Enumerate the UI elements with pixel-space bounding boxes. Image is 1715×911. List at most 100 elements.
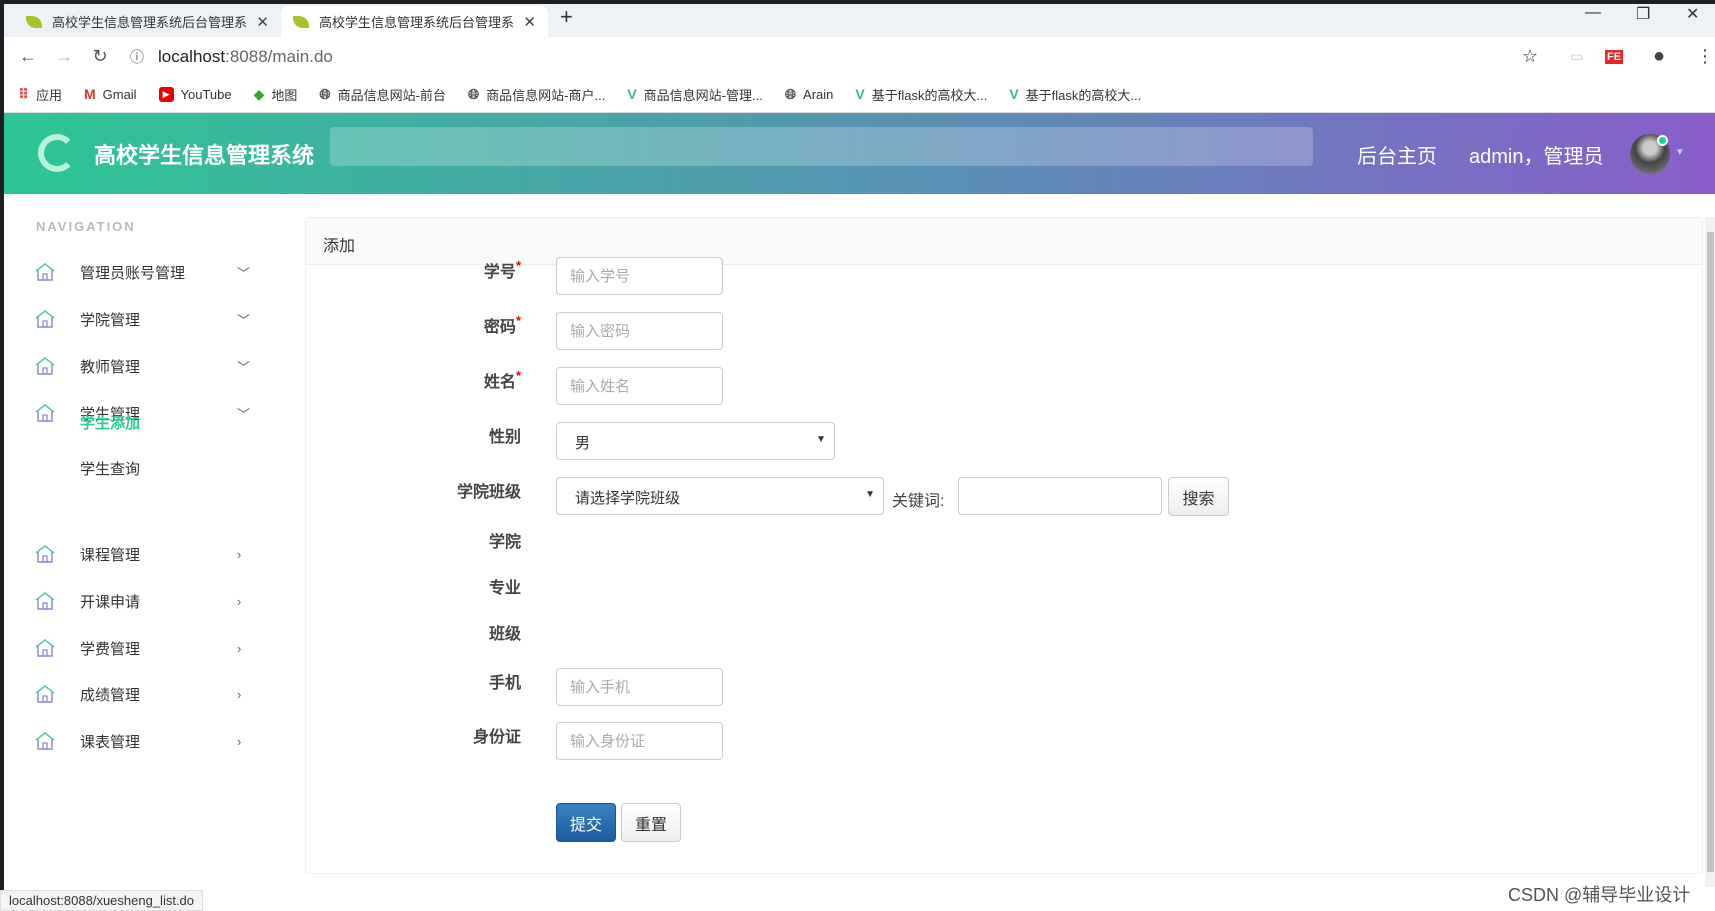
sidebar-subitem-student-query[interactable]: 学生查询 (80, 458, 140, 479)
home-icon (34, 591, 56, 611)
bookmark-item[interactable]: 🌐︎ 商品信息网站-商户... (468, 85, 605, 104)
cast-icon[interactable]: ▭ (1570, 48, 1583, 65)
bookmark-maps[interactable]: ◆ 地图 (254, 85, 298, 104)
bookmark-apps[interactable]: ⠿ 应用 (18, 85, 62, 104)
bookmark-item[interactable]: V 基于flask的高校大... (1009, 85, 1141, 104)
reset-button[interactable]: 重置 (621, 803, 681, 842)
label-text: 密码 (483, 319, 516, 336)
home-link[interactable]: 后台主页 (1357, 140, 1437, 169)
label-phone: 手机 (488, 675, 521, 692)
bookmark-item[interactable]: V 商品信息网站-管理... (627, 85, 763, 104)
minimize-icon[interactable]: — (1585, 4, 1601, 22)
sidebar-item-label: 教师管理 (80, 358, 141, 376)
keyword-input[interactable] (958, 477, 1162, 515)
sidebar-item-label: 课表管理 (80, 733, 141, 751)
name-input[interactable] (556, 367, 723, 405)
brand-title: 高校学生信息管理系统 (94, 143, 315, 168)
fe-extension-icon[interactable]: FE (1605, 49, 1624, 64)
info-icon[interactable]: ⓘ (130, 47, 144, 67)
gender-select[interactable]: 男 ▼ (556, 422, 835, 460)
star-icon[interactable]: ☆ (1522, 46, 1538, 67)
browser-tab-active[interactable]: 高校学生信息管理系统后台管理系 ✕ (281, 6, 548, 37)
menu-icon[interactable]: ⋮ (1696, 46, 1714, 67)
url-field[interactable]: localhost:8088/main.do (158, 47, 333, 67)
sidebar-item-label: 学院管理 (80, 311, 141, 329)
scrollbar-thumb[interactable] (1707, 232, 1714, 872)
home-icon (34, 262, 56, 282)
new-tab-icon[interactable]: + (560, 4, 573, 30)
tab-bar: 高校学生信息管理系统后台管理系 ✕ 高校学生信息管理系统后台管理系 ✕ (4, 4, 1715, 37)
chevron-right-icon: › (237, 546, 242, 562)
logo-icon (38, 134, 76, 172)
id-card-input[interactable] (556, 722, 723, 760)
sidebar-item[interactable]: 教师管理 ﹀ (4, 346, 283, 386)
nav-title: NAVIGATION (36, 219, 136, 234)
sidebar-item-label: 成绩管理 (80, 686, 141, 704)
label-id-card: 身份证 (472, 729, 521, 746)
chevron-right-icon: › (237, 686, 242, 702)
sidebar-item[interactable]: 学院管理 ﹀ (4, 299, 283, 339)
close-tab-icon[interactable]: ✕ (523, 13, 536, 31)
bookmark-label: 应用 (35, 87, 62, 103)
dropdown-arrow-icon: ▼ (865, 489, 875, 500)
profile-icon[interactable]: ● (1653, 45, 1665, 68)
chevron-down-icon[interactable]: ▾ (1677, 145, 1683, 158)
sidebar-subitem-student-add[interactable]: 学生添加 (80, 412, 140, 433)
required-mark: * (515, 313, 521, 328)
browser-tab[interactable]: 高校学生信息管理系统后台管理系 ✕ (14, 6, 281, 37)
online-status-dot (1657, 135, 1668, 146)
url-host: localhost (158, 46, 226, 66)
submit-button[interactable]: 提交 (556, 803, 616, 842)
chevron-down-icon: ﹀ (237, 265, 251, 281)
url-path: :8088/main.do (225, 46, 333, 66)
label-xingming: 姓名* (321, 368, 521, 392)
bookmark-label: Gmail (102, 86, 137, 102)
bookmark-label: 商品信息网站-前台 (337, 87, 446, 103)
watermark: CSDN @辅导毕业设计 (1508, 885, 1691, 905)
reload-icon[interactable]: ↻ (82, 46, 118, 67)
restore-icon[interactable]: ❐ (1636, 4, 1650, 24)
user-name[interactable]: admin，管理员 (1469, 140, 1603, 169)
form-panel: 添加 学号* 密码* 姓名* 性别 男▼ 学院班级 请选择学院班级▼ 关键词: … (305, 217, 1703, 874)
sidebar-item[interactable]: 学费管理 › (4, 628, 283, 668)
close-window-icon[interactable]: ✕ (1686, 4, 1699, 24)
apps-grid-icon: ⠿ (18, 85, 29, 102)
home-icon (34, 356, 56, 376)
address-bar: ← → ↻ ⓘ localhost:8088/main.do ☆ ▭ FE ● … (4, 37, 1715, 76)
sidebar-item-label: 课程管理 (80, 546, 141, 564)
gender-value: 男 (575, 435, 591, 452)
label-text: 学号 (483, 264, 516, 281)
vue-icon: V (1009, 86, 1019, 102)
keyword-label: 关键词: (892, 493, 945, 510)
globe-icon: 🌐︎ (784, 85, 797, 102)
youtube-icon: ▶ (158, 86, 174, 102)
bookmark-item[interactable]: 🌐︎ Arain (785, 86, 834, 103)
label-college-class: 学院班级 (456, 484, 521, 501)
sidebar-item[interactable]: 学生管理 ﹀ (4, 393, 283, 433)
label-college: 学院 (488, 534, 521, 551)
back-icon[interactable]: ← (10, 46, 46, 67)
sidebar-item[interactable]: 课程管理 › (4, 534, 283, 574)
sidebar-item[interactable]: 管理员账号管理 ﹀ (4, 252, 283, 292)
bookmark-gmail[interactable]: M Gmail (84, 86, 137, 102)
close-tab-icon[interactable]: ✕ (256, 13, 269, 31)
chevron-right-icon: › (237, 593, 242, 609)
required-mark: * (515, 368, 521, 383)
header-search-bar[interactable] (330, 127, 1313, 166)
sidebar-item[interactable]: 成绩管理 › (4, 674, 283, 714)
sidebar-item[interactable]: 开课申请 › (4, 581, 283, 621)
sidebar-item[interactable]: 课表管理 › (4, 721, 283, 761)
xuehao-input[interactable] (556, 257, 723, 295)
password-input[interactable] (556, 312, 723, 350)
chevron-down-icon: ﹀ (237, 359, 251, 375)
forward-icon[interactable]: → (46, 46, 82, 67)
bookmark-youtube[interactable]: ▶ YouTube (158, 86, 232, 102)
sidebar-item-label: 管理员账号管理 (80, 264, 186, 282)
vue-icon: V (627, 86, 637, 102)
bookmark-item[interactable]: V 基于flask的高校大... (855, 85, 987, 104)
phone-input[interactable] (556, 668, 723, 706)
chevron-down-icon: ﹀ (237, 312, 251, 328)
college-class-select[interactable]: 请选择学院班级 ▼ (556, 477, 884, 515)
bookmark-item[interactable]: 🌐︎ 商品信息网站-前台 (319, 85, 446, 104)
search-button[interactable]: 搜索 (1168, 477, 1229, 516)
